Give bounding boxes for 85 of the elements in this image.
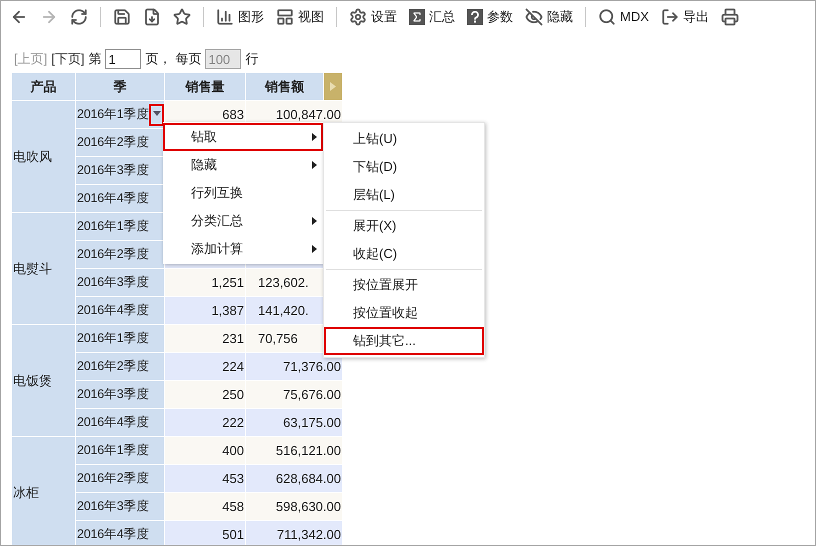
quantity-cell: 458 [165, 493, 245, 520]
question-icon [467, 8, 483, 24]
quantity-cell: 222 [165, 409, 245, 436]
caret-icon [152, 110, 161, 116]
star-icon [173, 8, 191, 26]
toolbar-button[interactable]: 导出 [660, 4, 709, 28]
quantity-cell: 231 [165, 325, 245, 352]
quarter-label: 2016年1季度 [77, 106, 150, 124]
quarter-label: 2016年3季度 [77, 498, 150, 516]
menu-item[interactable]: 展开(X) [324, 212, 484, 240]
quarter-label: 2016年4季度 [77, 302, 150, 320]
next-page-link[interactable]: [下页] [51, 49, 84, 69]
quarter-label: 2016年4季度 [77, 414, 150, 432]
bar-chart-icon [216, 8, 234, 26]
amount-cell: 516,121.00 [246, 437, 342, 464]
toolbar-button[interactable]: MDX [598, 4, 649, 28]
page-field[interactable]: 1 [105, 49, 142, 69]
product-cell: 电熨斗 [12, 213, 75, 324]
quarter-label: 2016年3季度 [77, 386, 150, 404]
amount-cell: 628,684.00 [246, 465, 342, 492]
toolbar-button[interactable]: 设置 [349, 4, 397, 28]
quantity-cell: 250 [165, 381, 245, 408]
column-header: 季 [76, 73, 164, 100]
quantity-cell: 1,251 [165, 269, 245, 296]
submenu-arrow-icon [312, 161, 317, 169]
quarter-label: 2016年3季度 [77, 274, 150, 292]
product-cell: 电吹风 [12, 101, 75, 212]
amount-cell: 63,175.00 [246, 409, 342, 436]
menu-item[interactable]: 钻到其它... [324, 327, 484, 355]
menu-item[interactable]: 下钻(D) [324, 153, 484, 181]
quantity-cell: 224 [165, 353, 245, 380]
menu-item[interactable]: 收起(C) [324, 240, 484, 268]
column-header: 销售额 [246, 73, 323, 100]
toolbar-button[interactable]: 汇总 [409, 4, 455, 28]
menu-item[interactable]: 上钻(U) [324, 125, 484, 153]
menu-item[interactable]: 添加计算 [163, 235, 323, 263]
quarter-label: 2016年1季度 [77, 218, 150, 236]
amount-cell: 711,342.00 [246, 521, 342, 545]
export-icon [660, 8, 679, 26]
submenu-arrow-icon [312, 133, 317, 141]
menu-item[interactable]: 行列互换 [163, 179, 323, 207]
quantity-cell: 1,387 [165, 297, 245, 324]
page-size-label: 每页 [175, 50, 202, 68]
quarter-label: 2016年2季度 [77, 470, 150, 488]
toolbar-button[interactable]: 参数 [467, 4, 513, 28]
menu-item[interactable]: 隐藏 [163, 151, 323, 179]
quarter-label: 2016年2季度 [77, 134, 150, 152]
amount-cell: 71,376.00 [246, 353, 342, 380]
quarter-label: 2016年2季度 [77, 358, 150, 376]
menu-item[interactable]: 钻取 [163, 123, 323, 151]
column-header: 产品 [12, 73, 75, 100]
quarter-label: 2016年2季度 [77, 246, 150, 264]
submenu-arrow-icon [312, 245, 317, 253]
quantity-cell: 453 [165, 465, 245, 492]
quarter-label: 2016年1季度 [77, 442, 150, 460]
product-cell: 电饭煲 [12, 325, 75, 436]
print-icon [720, 8, 739, 26]
product-cell: 冰柜 [12, 437, 75, 545]
quarter-label: 2016年3季度 [77, 162, 150, 180]
page-label: 页， [145, 50, 172, 68]
menu-item[interactable]: 分类汇总 [163, 207, 323, 235]
eye-off-icon [525, 8, 543, 26]
settings-icon [349, 8, 367, 26]
right-arrow-icon [330, 82, 336, 91]
toolbar-button[interactable]: 隐藏 [525, 4, 573, 28]
toolbar-button[interactable]: 图形 [216, 4, 264, 28]
menu-item[interactable]: 层钻(L) [324, 181, 484, 209]
search-icon [598, 8, 616, 26]
quarter-label: 2016年4季度 [77, 526, 150, 544]
quarter-label: 2016年4季度 [77, 190, 150, 208]
quarter-label: 2016年1季度 [77, 330, 150, 348]
page-size-label: 行 [245, 50, 258, 68]
submenu-arrow-icon [312, 217, 317, 225]
layout-icon [276, 8, 294, 26]
toolbar-button[interactable]: 视图 [276, 4, 324, 28]
amount-cell: 598,630.00 [246, 493, 342, 520]
page-label: 第 [88, 50, 102, 68]
column-header: 销售量 [165, 73, 245, 100]
sigma-icon [409, 8, 425, 24]
save-icon [113, 8, 131, 26]
quantity-cell: 400 [165, 437, 245, 464]
refresh-icon [70, 8, 88, 26]
quantity-cell: 501 [165, 521, 245, 545]
document-icon [143, 8, 161, 26]
amount-cell: 75,676.00 [246, 381, 342, 408]
